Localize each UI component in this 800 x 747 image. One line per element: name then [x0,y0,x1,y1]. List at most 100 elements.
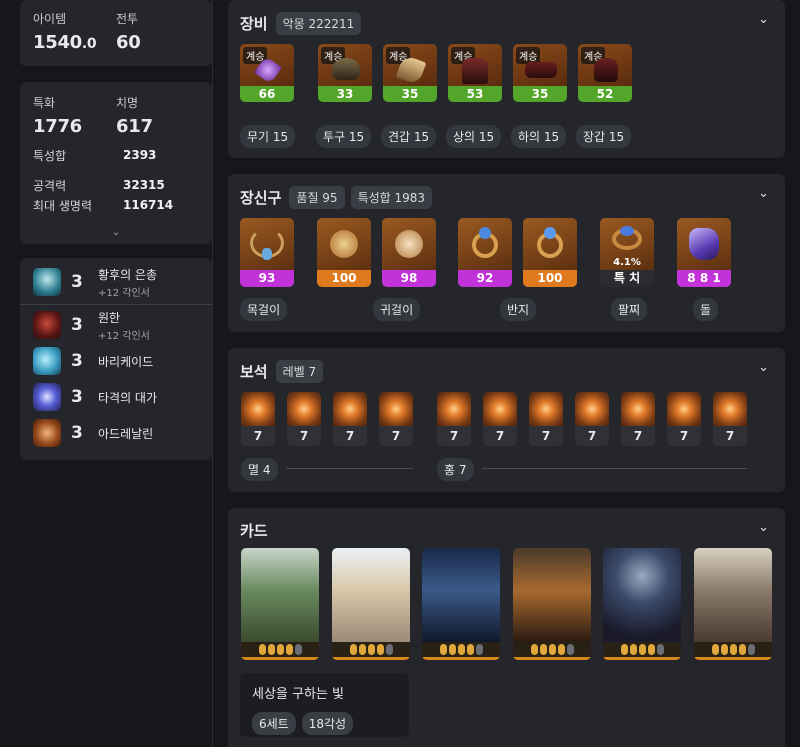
engraving-item[interactable]: 3 타격의 대가 [20,379,212,415]
ring-1-slot[interactable]: 92 [458,218,512,287]
bracelet-slot[interactable]: 4.1% 특 치 [600,218,654,287]
specialization-value: 1776 [33,116,82,137]
crimson-gem[interactable]: 7 [529,392,563,446]
card-art [332,548,410,642]
shoulder-slot[interactable]: 계승 35 [383,44,437,102]
stone-slot[interactable]: 8 8 1 [677,218,731,287]
crimson-gem[interactable]: 7 [713,392,747,446]
barricade-icon [33,347,61,375]
shoulder-icon: 계승 [383,44,437,86]
crit-value: 617 [116,116,153,137]
card-art [694,548,772,642]
equipment-set-chip: 악몽 222211 [275,12,362,35]
gem-level: 7 [241,426,275,446]
ability-stone-icon [677,218,731,270]
card-set-box[interactable]: 세상을 구하는 빛 6세트 18각성 [240,673,409,737]
trait-sum-label: 특성합 [33,148,67,163]
engraving-level: 3 [71,351,83,371]
awakening-pips [603,642,681,660]
stats-box[interactable]: 특화 1776 치명 617 특성합 2393 공격력 32315 최대 생명력… [20,82,212,244]
gem-icon [667,392,701,426]
awakening-pips [422,642,500,660]
crimson-gem[interactable]: 7 [483,392,517,446]
annihilation-gem[interactable]: 7 [287,392,321,446]
card-slot[interactable] [241,548,319,660]
crimson-gem[interactable]: 7 [621,392,655,446]
earring-1-slot[interactable]: 100 [317,218,371,287]
awakening-pips [241,642,319,660]
gem-icon [483,392,517,426]
engravings-box: 3 황후의 은총 +12 각인서 3 원한 +12 각인서 3 바리케이드 3 [20,258,212,460]
engraving-item[interactable]: 3 아드레날린 [20,415,212,451]
card-awakening-chip: 18각성 [301,712,354,735]
engraving-item[interactable]: 3 황후의 은총 +12 각인서 [20,264,212,300]
weapon-slot[interactable]: 계승 66 [240,44,294,102]
attack-label: 공격력 [33,178,67,193]
chest-label: 상의 15 [446,125,502,148]
combat-level-label: 전투 [116,12,139,26]
engraving-item[interactable]: 3 바리케이드 [20,343,212,379]
crit-label: 치명 [116,96,139,110]
gem-icon [437,392,471,426]
card-set-name: 세상을 구하는 빛 [252,687,344,702]
annihilation-divider [286,468,413,469]
gem-icon [529,392,563,426]
necklace-slot[interactable]: 93 [240,218,294,287]
quality-bar: 100 [523,270,577,287]
gloves-slot[interactable]: 계승 52 [578,44,632,102]
engraving-name: 원한 [98,310,121,325]
gloves-label: 장갑 15 [576,125,632,148]
gem-icon [333,392,367,426]
awakening-pips [513,642,591,660]
card-slot[interactable] [332,548,410,660]
chest-icon: 계승 [448,44,502,86]
earring-2-slot[interactable]: 98 [382,218,436,287]
chest-slot[interactable]: 계승 53 [448,44,502,102]
crimson-label: 홍 7 [437,458,474,481]
engraving-name: 타격의 대가 [98,390,158,405]
pants-label: 하의 15 [511,125,567,148]
stone-value: 8 8 1 [677,270,731,287]
crimson-gem[interactable]: 7 [437,392,471,446]
annihilation-gem[interactable]: 7 [379,392,413,446]
bracelet-stat: 특 치 [600,270,654,287]
chevron-down-icon[interactable]: ⌄ [758,520,769,535]
gem-level: 7 [483,426,517,446]
item-level-label: 아이템 [33,12,67,26]
equipment-title: 장비 [240,15,268,33]
chevron-down-icon[interactable]: ⌄ [758,186,769,201]
annihilation-gem[interactable]: 7 [333,392,367,446]
quality-bar: 52 [578,86,632,102]
chevron-down-icon[interactable]: ⌄ [758,12,769,27]
card-slot[interactable] [694,548,772,660]
card-set-count-chip: 6세트 [252,712,296,735]
crimson-gem[interactable]: 7 [667,392,701,446]
gem-level: 7 [713,426,747,446]
card-slot[interactable] [603,548,681,660]
engraving-level: 3 [71,315,83,335]
engraving-item[interactable]: 3 원한 +12 각인서 [20,307,212,343]
crimson-divider [482,468,747,469]
chevron-down-icon[interactable]: ⌄ [758,360,769,375]
card-slot[interactable] [422,548,500,660]
gem-level: 7 [287,426,321,446]
card-slot[interactable] [513,548,591,660]
quality-bar: 92 [458,270,512,287]
pants-slot[interactable]: 계승 35 [513,44,567,102]
ring-2-slot[interactable]: 100 [523,218,577,287]
earring-label: 귀걸이 [373,298,421,321]
quality-bar: 53 [448,86,502,102]
card-art [513,548,591,642]
gloves-icon: 계승 [578,44,632,86]
gem-level: 7 [333,426,367,446]
engraving-name: 황후의 은총 [98,267,158,282]
gem-level: 7 [621,426,655,446]
helmet-slot[interactable]: 계승 33 [318,44,372,102]
annihilation-gem[interactable]: 7 [241,392,275,446]
accessory-quality-chip: 품질 95 [289,186,345,209]
crimson-gem[interactable]: 7 [575,392,609,446]
chevron-down-icon[interactable]: ⌄ [112,227,120,238]
weapon-icon: 계승 [240,44,294,86]
engraving-book: +12 각인서 [98,330,150,342]
helmet-label: 투구 15 [316,125,372,148]
